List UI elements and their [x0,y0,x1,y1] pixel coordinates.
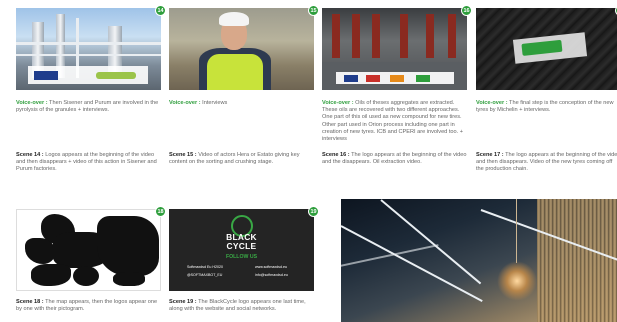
scene-card-19: BLACK CYCLE FOLLOW US Softmaxdsd Eu H2020… [169,206,319,313]
scene-description: Scene 18 : The map appears, then the log… [16,299,158,313]
email-text: info@softmaxdsd.eu [255,273,288,277]
scene-card-15: 15 Voice-over : Interviews Scene 15 : Vi… [169,5,319,166]
voice-over-text: Voice-over : Then Sisener and Purum are … [16,100,159,114]
voice-over-text: Voice-over : Oils of theses aggregates a… [322,100,464,143]
website-text: www.softmaxdsd.eu [255,265,287,269]
scene-card-18: 18 Scene 18 : The map appears, then the … [16,206,166,313]
partner-logo [512,32,588,64]
scene-description: Scene 15 : Video of actors Hera or Estat… [169,152,300,166]
social-handle: @SOFTMAXBOT_EU [187,273,223,277]
scene-14-thumbnail [16,8,161,90]
scene-number-badge: 14 [155,5,166,16]
scene-number-badge: 19 [308,206,319,217]
scene-description: Scene 16 : The logo appears at the begin… [322,152,467,166]
scene-number-badge: 15 [308,5,319,16]
follow-us-label: FOLLOW US [225,254,258,260]
voice-over-text: Voice-over : The final step is the conce… [476,100,614,114]
scene-19-thumbnail-blackcycle: BLACK CYCLE FOLLOW US Softmaxdsd Eu H2020… [169,209,314,291]
scene-number-badge: 16 [461,5,472,16]
blackcycle-title: BLACK CYCLE [226,232,257,251]
scene-18-thumbnail-europe-map [16,209,161,291]
scene-card-14: 14 Voice-over : Then Sisener and Purum a… [16,5,166,174]
scene-16-thumbnail [322,8,467,90]
scene-description: Scene 19 : The BlackCycle logo appears o… [169,299,306,313]
social-handle: Softmaxdsd Eu H2020 [187,265,223,269]
scene-15-thumbnail [169,8,314,90]
voice-over-text: Voice-over : Interviews [169,100,228,106]
scene-card-16: 16 Voice-over : Oils of theses aggregate… [322,5,472,166]
scene-description: Scene 17 : The logo appears at the begin… [476,152,617,173]
pendant-lamp [497,261,537,301]
scene-card-17: 17 Voice-over : The final step is the co… [476,5,617,174]
scene-17-thumbnail [476,8,617,90]
scene-description: Scene 14 : Logos appears at the beginnin… [16,152,157,173]
ceiling-lamp-photo [341,199,617,322]
scene-number-badge: 18 [155,206,166,217]
